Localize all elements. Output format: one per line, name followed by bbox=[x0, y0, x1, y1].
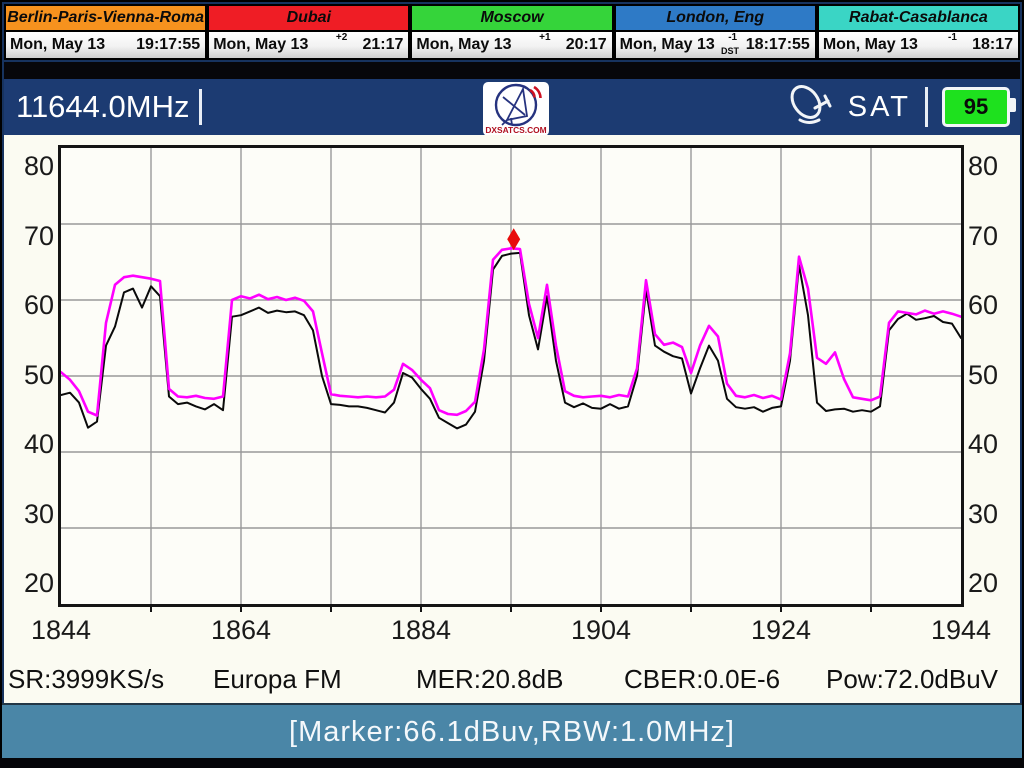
x-axis-label: 1924 bbox=[733, 615, 829, 643]
clock-time: 18:17 bbox=[972, 36, 1018, 54]
x-axis-tick bbox=[240, 607, 242, 612]
clock-date: Mon, May 13 bbox=[412, 36, 511, 54]
battery-indicator: 95 bbox=[942, 87, 1010, 127]
clock-city-row: Berlin-Paris-Vienna-Roma Dubai Moscow Lo… bbox=[4, 4, 1020, 32]
x-axis-tick bbox=[600, 607, 602, 612]
clock-city-dubai: Dubai bbox=[207, 4, 410, 32]
world-clock: Berlin-Paris-Vienna-Roma Dubai Moscow Lo… bbox=[4, 4, 1020, 60]
clock-city-berlin: Berlin-Paris-Vienna-Roma bbox=[4, 4, 207, 32]
clock-offset: +2 bbox=[308, 32, 362, 58]
spectrum-svg bbox=[61, 148, 961, 604]
clock-time: 19:17:55 bbox=[136, 36, 205, 54]
frequency-header-bar: 11644.0MHz DXSATCS.COM bbox=[4, 79, 1020, 135]
logo-text: DXSATCS.COM bbox=[485, 125, 546, 135]
y-axis-label-left: 20 bbox=[12, 568, 54, 598]
x-axis-tick bbox=[690, 607, 692, 612]
power-readout: Pow:72.0dBuV bbox=[826, 664, 998, 695]
x-axis-label: 1904 bbox=[553, 615, 649, 643]
x-axis-tick bbox=[330, 607, 332, 612]
y-axis-label-left: 60 bbox=[12, 290, 54, 320]
satellite-dish-icon bbox=[786, 82, 838, 133]
x-axis-label: 1944 bbox=[913, 615, 1009, 643]
clock-city-moscow: Moscow bbox=[410, 4, 613, 32]
bottom-strip bbox=[0, 758, 1024, 768]
y-axis-label-right: 30 bbox=[968, 499, 1010, 529]
divider bbox=[925, 87, 928, 127]
y-axis-label-left: 50 bbox=[12, 360, 54, 390]
separator-bar bbox=[4, 62, 1020, 79]
clock-offset: +1 bbox=[512, 32, 566, 58]
marker-status-bar: [Marker:66.1dBuv,RBW:1.0MHz] bbox=[2, 703, 1022, 760]
clock-time-dubai: Mon, May 13 +2 21:17 bbox=[207, 32, 410, 60]
clock-time: 20:17 bbox=[566, 36, 612, 54]
battery-level: 95 bbox=[964, 94, 988, 120]
frequency-value: 11644.0MHz bbox=[16, 89, 189, 125]
y-axis-label-left: 40 bbox=[12, 429, 54, 459]
spectrum-plot bbox=[58, 145, 964, 607]
marker-diamond bbox=[507, 228, 520, 250]
clock-time-rabat: Mon, May 13 -1 18:17 bbox=[817, 32, 1020, 60]
x-axis-label: 1864 bbox=[193, 615, 289, 643]
clock-date: Mon, May 13 bbox=[616, 36, 715, 54]
clock-time: 18:17:55 bbox=[746, 36, 815, 54]
battery-nub bbox=[1010, 98, 1016, 112]
sat-label: SAT bbox=[848, 91, 911, 124]
dxsatcs-logo: DXSATCS.COM bbox=[483, 82, 549, 141]
clock-time-london: Mon, May 13 -1DST 18:17:55 bbox=[614, 32, 817, 60]
y-axis-label-left: 70 bbox=[12, 221, 54, 251]
channel-name: Europa FM bbox=[213, 664, 342, 695]
y-axis-label-right: 20 bbox=[968, 568, 1010, 598]
clock-time-berlin: Mon, May 13 19:17:55 bbox=[4, 32, 207, 60]
signal-info-row: SR:3999KS/s Europa FM MER:20.8dB CBER:0.… bbox=[0, 664, 1024, 694]
clock-date: Mon, May 13 bbox=[819, 36, 918, 54]
x-axis-tick bbox=[420, 607, 422, 612]
clock-date: Mon, May 13 bbox=[209, 36, 308, 54]
frequency-input[interactable]: 11644.0MHz bbox=[16, 89, 202, 125]
clock-city-rabat: Rabat-Casablanca bbox=[817, 4, 1020, 32]
clock-time-moscow: Mon, May 13 +1 20:17 bbox=[410, 32, 613, 60]
y-axis-label-right: 60 bbox=[968, 290, 1010, 320]
y-axis-label-right: 50 bbox=[968, 360, 1010, 390]
clock-offset-dst: -1DST bbox=[715, 32, 746, 58]
text-cursor bbox=[199, 89, 202, 125]
cber-readout: CBER:0.0E-6 bbox=[624, 664, 780, 695]
y-axis-label-left: 30 bbox=[12, 499, 54, 529]
clock-offset: -1 bbox=[918, 32, 972, 58]
clock-time-row: Mon, May 13 19:17:55 Mon, May 13 +2 21:1… bbox=[4, 32, 1020, 60]
device-screen: Berlin-Paris-Vienna-Roma Dubai Moscow Lo… bbox=[0, 0, 1024, 768]
x-axis-label: 1844 bbox=[13, 615, 109, 643]
symbol-rate-readout: SR:3999KS/s bbox=[8, 664, 164, 695]
sat-status-group: SAT 95 bbox=[786, 79, 1010, 135]
x-axis-tick bbox=[510, 607, 512, 612]
clock-time: 21:17 bbox=[362, 36, 408, 54]
clock-offset bbox=[105, 32, 136, 58]
x-axis-tick bbox=[150, 607, 152, 612]
y-axis-label-right: 80 bbox=[968, 151, 1010, 181]
clock-date: Mon, May 13 bbox=[6, 36, 105, 54]
x-axis-tick bbox=[870, 607, 872, 612]
y-axis-label-left: 80 bbox=[12, 151, 54, 181]
clock-city-london: London, Eng bbox=[614, 4, 817, 32]
x-axis-label: 1884 bbox=[373, 615, 469, 643]
mer-readout: MER:20.8dB bbox=[416, 664, 563, 695]
x-axis-tick bbox=[780, 607, 782, 612]
y-axis-label-right: 40 bbox=[968, 429, 1010, 459]
marker-readout: [Marker:66.1dBuv,RBW:1.0MHz] bbox=[289, 716, 735, 749]
y-axis-label-right: 70 bbox=[968, 221, 1010, 251]
